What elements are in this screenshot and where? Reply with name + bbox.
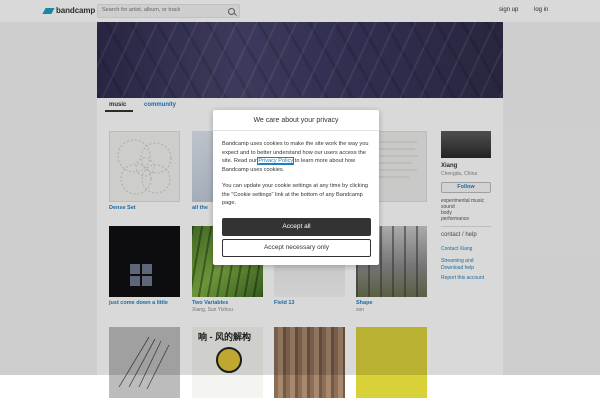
cookie-description: Bandcamp uses cookies to make the site w… bbox=[222, 140, 372, 175]
privacy-policy-link[interactable]: Privacy Policy bbox=[257, 157, 295, 166]
cookie-settings-info: You can update your cookie settings at a… bbox=[222, 183, 368, 207]
accept-necessary-button[interactable]: Accept necessary only bbox=[222, 239, 371, 257]
cookie-consent-dialog: We care about your privacy Bandcamp uses… bbox=[213, 110, 379, 265]
dialog-title: We care about your privacy bbox=[253, 117, 339, 124]
dialog-divider bbox=[213, 130, 379, 131]
accept-all-button[interactable]: Accept all bbox=[222, 218, 371, 236]
